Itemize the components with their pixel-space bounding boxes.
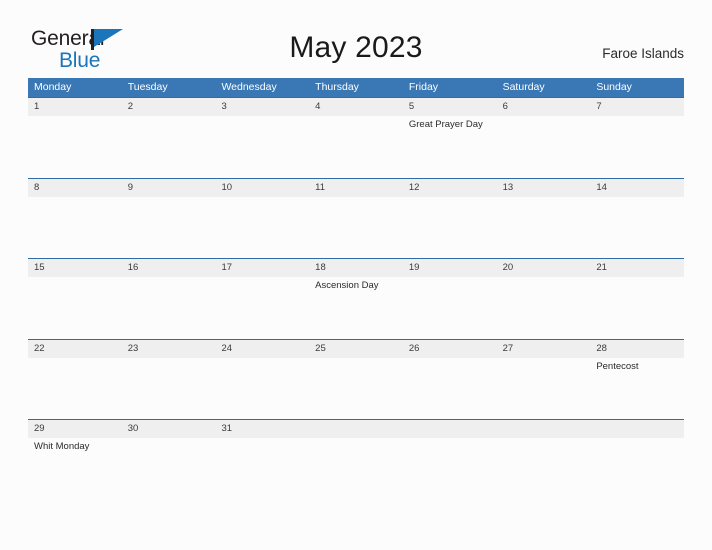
- day-number[interactable]: 28: [590, 340, 684, 358]
- page-header: General Blue May 2023 Faroe Islands: [0, 0, 712, 76]
- day-event: [122, 116, 216, 178]
- week-row: 29 30 31 Whit Monday: [28, 419, 684, 500]
- day-event: [403, 277, 497, 339]
- weekday-header-wednesday: Wednesday: [221, 81, 277, 93]
- week-event-strip: Whit Monday: [28, 438, 684, 500]
- day-number[interactable]: 10: [215, 179, 309, 197]
- week-event-strip: [28, 197, 684, 259]
- day-number-empty: [590, 420, 684, 438]
- weekday-header-sunday: Sunday: [596, 81, 632, 93]
- weekday-header-tuesday: Tuesday: [127, 81, 168, 93]
- day-number[interactable]: 24: [215, 340, 309, 358]
- day-number[interactable]: 1: [28, 98, 122, 116]
- day-number[interactable]: 3: [215, 98, 309, 116]
- week-row: 8 9 10 11 12 13 14: [28, 177, 684, 259]
- day-event: [309, 116, 403, 178]
- day-event: [497, 438, 591, 500]
- day-number[interactable]: 17: [215, 259, 309, 277]
- day-event: [215, 116, 309, 178]
- day-number[interactable]: 7: [590, 98, 684, 116]
- day-event: [28, 358, 122, 420]
- week-event-strip: Pentecost: [28, 358, 684, 420]
- weekday-header-row: Monday Tuesday Wednesday Thursday Friday…: [28, 78, 684, 97]
- day-number-empty: [309, 420, 403, 438]
- day-event: [28, 197, 122, 259]
- day-number[interactable]: 27: [497, 340, 591, 358]
- day-number-empty: [403, 420, 497, 438]
- day-number[interactable]: 14: [590, 179, 684, 197]
- day-number[interactable]: 22: [28, 340, 122, 358]
- day-number[interactable]: 29: [28, 420, 122, 438]
- day-event: Whit Monday: [34, 441, 90, 452]
- day-event: [497, 197, 591, 259]
- day-number[interactable]: 13: [497, 179, 591, 197]
- day-number[interactable]: 9: [122, 179, 216, 197]
- day-event: [497, 358, 591, 420]
- day-event: [215, 438, 309, 500]
- day-number[interactable]: 8: [28, 179, 122, 197]
- day-number[interactable]: 4: [309, 98, 403, 116]
- day-event: [590, 116, 684, 178]
- week-row: 1 2 3 4 5 6 7 Great Prayer Day: [28, 97, 684, 178]
- weekday-header-friday: Friday: [408, 81, 439, 93]
- day-event: Ascension Day: [315, 280, 379, 291]
- day-number[interactable]: 19: [403, 259, 497, 277]
- week-event-strip: Ascension Day: [28, 277, 684, 339]
- week-daynumber-strip: 22 23 24 25 26 27 28: [28, 339, 684, 358]
- calendar-grid: Monday Tuesday Wednesday Thursday Friday…: [28, 78, 684, 500]
- day-event: [28, 277, 122, 339]
- weekday-header-thursday: Thursday: [315, 81, 359, 93]
- day-event: [309, 438, 403, 500]
- day-event: [497, 277, 591, 339]
- week-daynumber-strip: 15 16 17 18 19 20 21: [28, 259, 684, 277]
- day-event: [122, 197, 216, 259]
- day-number-empty: [497, 420, 591, 438]
- week-row: 15 16 17 18 19 20 21 Ascension Day: [28, 258, 684, 339]
- region-label: Faroe Islands: [602, 46, 684, 61]
- day-event: [309, 358, 403, 420]
- day-number[interactable]: 26: [403, 340, 497, 358]
- day-event: [309, 197, 403, 259]
- day-number[interactable]: 25: [309, 340, 403, 358]
- week-event-strip: Great Prayer Day: [28, 116, 684, 178]
- week-daynumber-strip: 1 2 3 4 5 6 7: [28, 98, 684, 116]
- day-number[interactable]: 21: [590, 259, 684, 277]
- day-number[interactable]: 18: [309, 259, 403, 277]
- day-event: [590, 197, 684, 259]
- day-number[interactable]: 11: [309, 179, 403, 197]
- day-event: [122, 438, 216, 500]
- day-number[interactable]: 30: [122, 420, 216, 438]
- weekday-header-saturday: Saturday: [502, 81, 545, 93]
- day-number[interactable]: 5: [403, 98, 497, 116]
- day-event: Pentecost: [596, 360, 639, 372]
- weekday-header-monday: Monday: [34, 81, 72, 93]
- day-number[interactable]: 20: [497, 259, 591, 277]
- week-row: 22 23 24 25 26 27 28 Pentecost: [28, 338, 684, 420]
- day-number[interactable]: 2: [122, 98, 216, 116]
- day-event: [497, 116, 591, 178]
- day-number[interactable]: 12: [403, 179, 497, 197]
- day-number[interactable]: 23: [122, 340, 216, 358]
- day-number[interactable]: 31: [215, 420, 309, 438]
- day-number[interactable]: 15: [28, 259, 122, 277]
- day-event: [215, 277, 309, 339]
- day-number[interactable]: 6: [497, 98, 591, 116]
- day-event: [28, 116, 122, 178]
- day-event: [403, 438, 497, 500]
- day-event: [590, 277, 684, 339]
- day-event: [590, 438, 684, 500]
- day-event: [122, 358, 216, 420]
- day-event: [403, 358, 497, 420]
- week-daynumber-strip: 8 9 10 11 12 13 14: [28, 178, 684, 197]
- day-event: [215, 358, 309, 420]
- day-event: [122, 277, 216, 339]
- week-daynumber-strip: 29 30 31: [28, 420, 684, 438]
- day-event: Great Prayer Day: [408, 119, 483, 130]
- day-event: [403, 197, 497, 259]
- day-number[interactable]: 16: [122, 259, 216, 277]
- day-event: [215, 197, 309, 259]
